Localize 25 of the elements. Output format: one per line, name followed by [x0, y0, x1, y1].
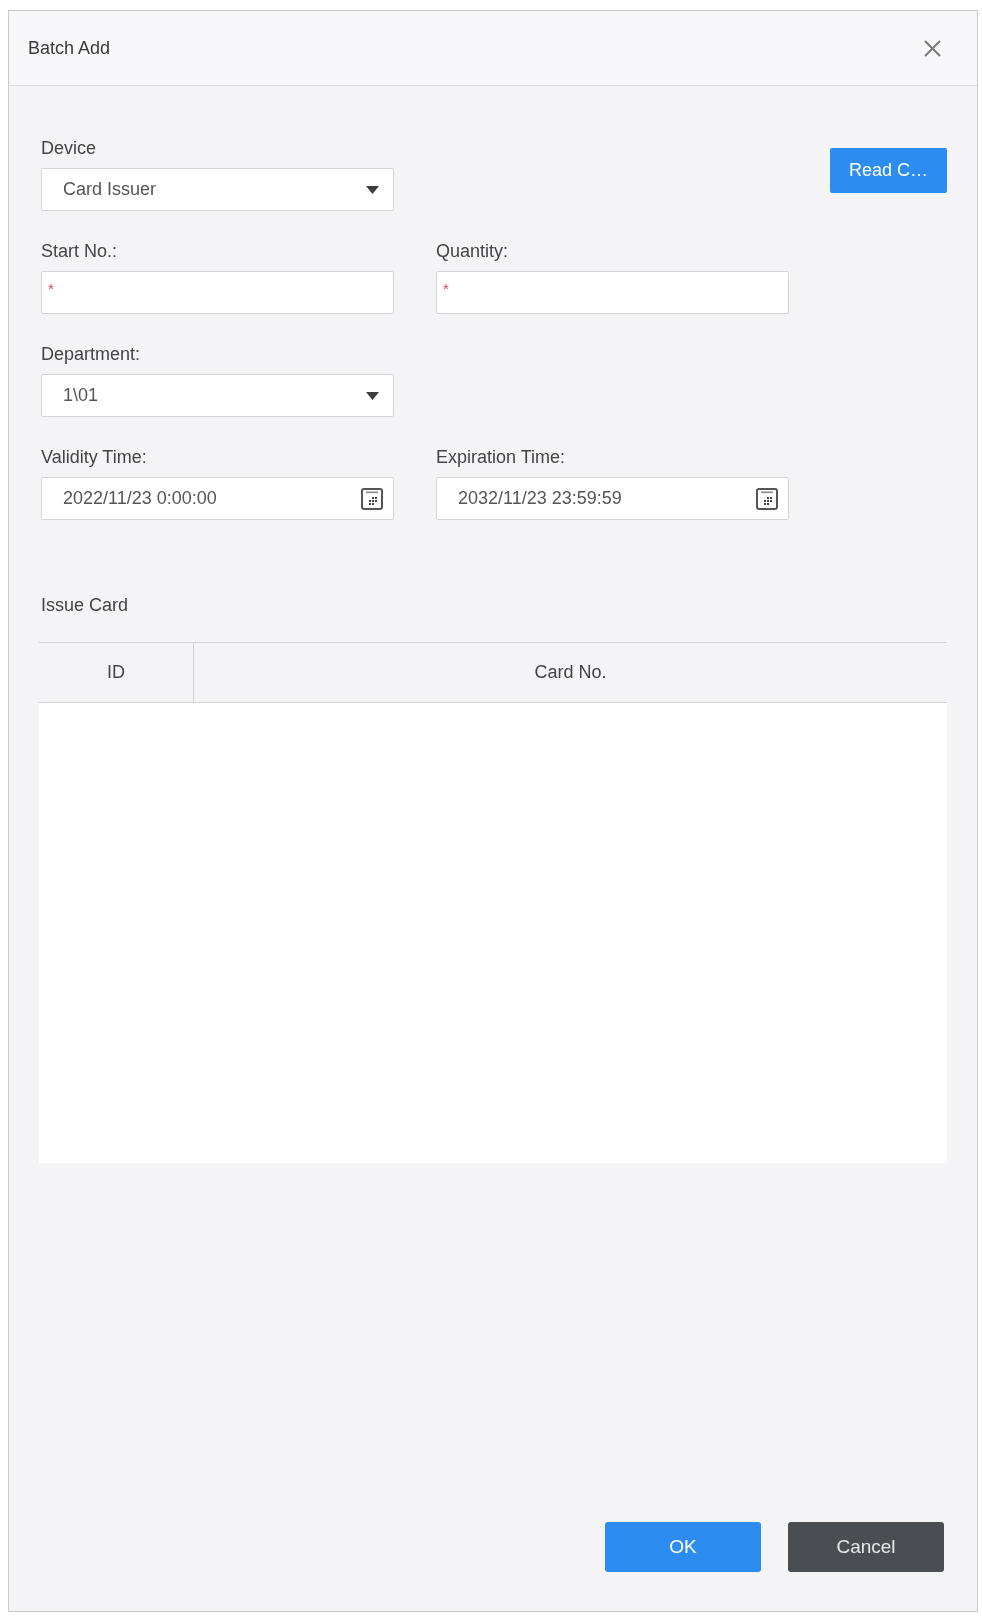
date-time-field[interactable]: 2032/11/23 23:59:59	[436, 477, 789, 520]
calendar-icon[interactable]	[756, 487, 778, 510]
field-label: Validity Time:	[41, 446, 148, 469]
caret-icon	[366, 185, 379, 194]
close-icon	[924, 39, 941, 57]
field-label: Quantity:	[436, 240, 510, 263]
close-button[interactable]	[924, 39, 941, 57]
required-mark: *	[48, 281, 54, 296]
dropdown-field[interactable]: Card Issuer	[41, 168, 394, 211]
dialog-title: Batch Add	[28, 37, 111, 60]
calendar-icon[interactable]	[361, 487, 383, 510]
field-label: Start No.:	[41, 240, 119, 263]
column-header: Card No.	[533, 661, 608, 684]
required-mark: *	[443, 281, 449, 296]
date-time-field[interactable]: 2022/11/23 0:00:00	[41, 477, 394, 520]
input-field[interactable]: *	[41, 271, 394, 314]
field-label: Device	[41, 137, 98, 160]
dropdown-field[interactable]: 1\01	[41, 374, 394, 417]
caret-icon	[366, 391, 379, 400]
input-field[interactable]: *	[436, 271, 789, 314]
field-label: Department:	[41, 343, 142, 366]
column-header: ID	[39, 643, 194, 702]
section-title: Issue Card	[41, 594, 130, 617]
cancel-button[interactable]: Cancel	[788, 1522, 944, 1572]
field-label: Expiration Time:	[436, 446, 567, 469]
